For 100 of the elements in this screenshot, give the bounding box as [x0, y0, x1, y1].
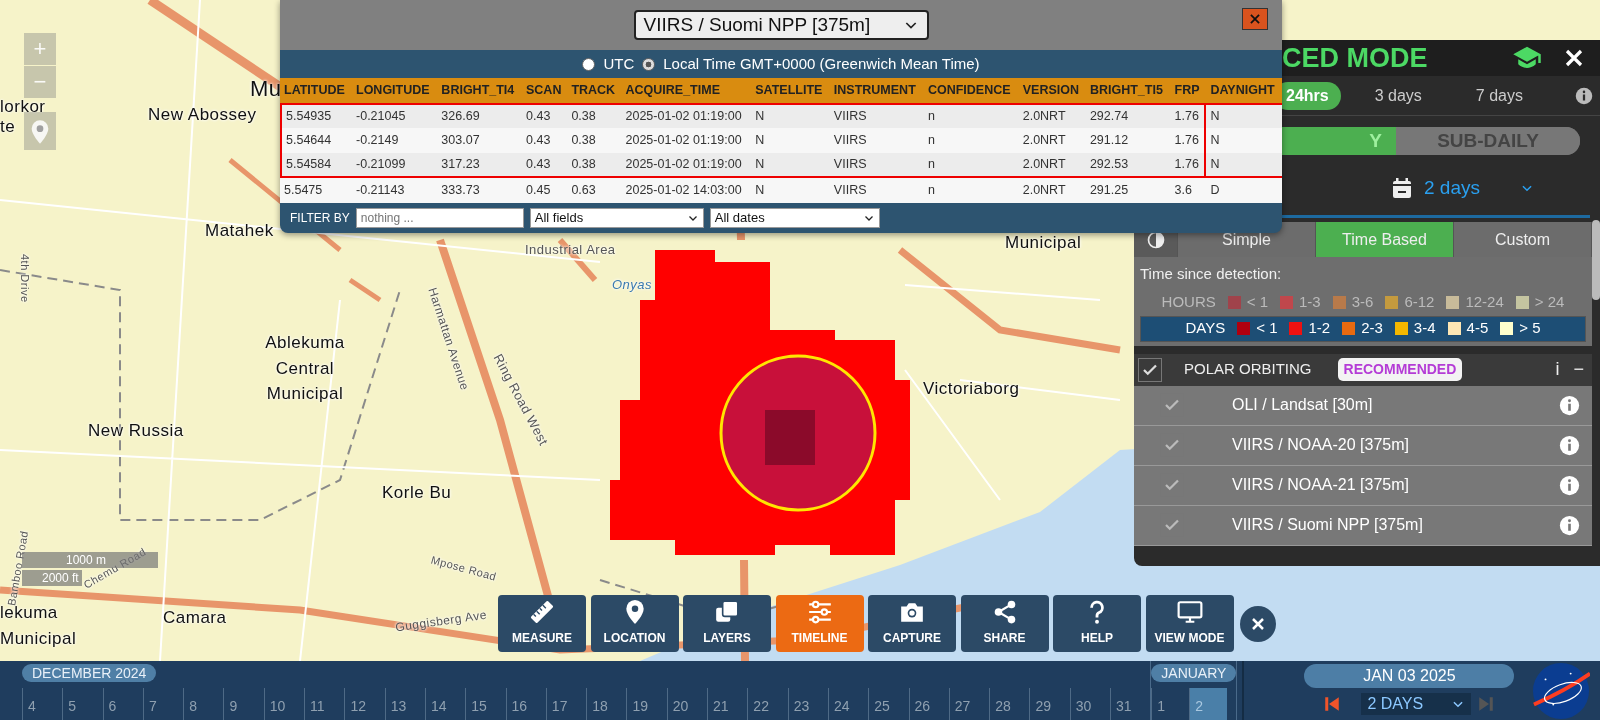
radio-button[interactable] [582, 57, 596, 71]
style-tab[interactable]: Custom [1454, 222, 1592, 257]
timeline-day[interactable]: 10 [263, 688, 305, 720]
table-cell: 317.23 [437, 152, 522, 178]
timeline-day[interactable]: 28 [989, 688, 1030, 720]
interval-select[interactable]: 2 DAYS [1361, 693, 1472, 715]
toolbar-button[interactable]: VIEW MODE [1145, 595, 1234, 652]
skip-back-icon[interactable] [1323, 694, 1342, 714]
source-label: VIIRS / NOAA-21 [375m] [1232, 475, 1409, 495]
timeline-day[interactable]: 21 [707, 688, 748, 720]
range-option[interactable]: 3 days [1362, 81, 1434, 110]
info-icon[interactable] [1575, 86, 1593, 105]
info-icon[interactable] [1559, 474, 1580, 496]
table-cell: N [1206, 152, 1282, 178]
table-cell: 5.5475 [280, 177, 352, 203]
filter-select[interactable]: All dates [709, 207, 880, 228]
map-label: Ablekuma Central Municipal [264, 332, 346, 405]
current-date[interactable]: JAN 03 2025 [1304, 664, 1515, 688]
timeline-day[interactable]: 8 [183, 688, 224, 720]
timeline-day[interactable]: 17 [545, 688, 587, 720]
timeline-day[interactable]: 15 [465, 688, 506, 720]
table-cell: D [1206, 177, 1282, 203]
timeline-day[interactable]: 14 [424, 688, 466, 720]
timeline-day[interactable]: 16 [505, 688, 546, 720]
timeline-day[interactable]: 9 [223, 688, 264, 720]
source-label: OLI / Landsat [30m] [1232, 395, 1373, 415]
timeline-day[interactable]: 18 [586, 688, 627, 720]
group-label: POLAR ORBITING [1184, 359, 1312, 380]
map-label: Onyas [612, 276, 653, 294]
timeline-day[interactable]: 19 [626, 688, 667, 720]
close-button[interactable] [1242, 8, 1268, 30]
timeline-day[interactable]: 6 [102, 688, 143, 720]
table-cell: N [751, 177, 830, 203]
timeline-day[interactable]: 20 [666, 688, 708, 720]
map-label: Victoriaborg [923, 378, 1020, 400]
legend-row[interactable]: HOURS < 1 1-3 3-6 6-12 12-24 > 24 [1140, 289, 1586, 316]
timeline-day[interactable]: 4 [22, 688, 63, 720]
toolbar-button[interactable]: LOCATION [590, 595, 679, 652]
column-header: FRP [1170, 78, 1207, 103]
info-button[interactable]: i [1555, 356, 1560, 383]
checkbox[interactable] [1138, 357, 1162, 382]
scrollbar[interactable] [1592, 220, 1600, 300]
recommended-badge: RECOMMENDED [1337, 358, 1463, 381]
info-icon[interactable] [1559, 434, 1580, 456]
radio-label: UTC [603, 53, 635, 74]
timeline-day[interactable]: 5 [62, 688, 103, 720]
timeline-day[interactable]: 27 [948, 688, 990, 720]
style-tab[interactable]: Time Based [1316, 222, 1454, 257]
timeline-day[interactable]: 24 [827, 688, 869, 720]
table-cell: 291.25 [1085, 177, 1171, 203]
sliders-icon [806, 599, 833, 625]
timeline-day[interactable]: 11 [304, 688, 345, 720]
month-label: JANUARY [1151, 664, 1237, 682]
filter-label: FILTER BY [290, 209, 350, 227]
toolbar-button[interactable]: CAPTURE [868, 595, 956, 652]
timeline-day[interactable]: 13 [384, 688, 425, 720]
table-cell: 2025-01-02 01:19:00 [621, 127, 752, 153]
timeline-day[interactable]: 12 [344, 688, 385, 720]
toolbar-button[interactable]: MEASURE [498, 595, 586, 652]
timeline-day[interactable]: 29 [1029, 688, 1070, 720]
radio-label: Local Time GMT+0000 (Greenwich Mean Time) [663, 53, 980, 74]
legend-row[interactable]: DAYS < 1 1-2 2-3 3-4 4-5 > 5 [1140, 315, 1586, 342]
map-label: Camara [163, 607, 227, 629]
table-cell: n [923, 127, 1019, 153]
table-cell: N [751, 152, 830, 178]
table-cell: 303.07 [437, 127, 522, 153]
date-range-dropdown[interactable]: 2 days [1424, 173, 1534, 203]
location-button[interactable] [24, 112, 56, 150]
map-label: Matahek [205, 220, 274, 242]
timeline-day[interactable]: 26 [908, 688, 949, 720]
table-cell: -0.21099 [352, 152, 438, 178]
info-icon[interactable] [1559, 394, 1580, 416]
filter-select[interactable]: All fields [529, 207, 704, 228]
table-cell: 333.73 [437, 177, 522, 203]
range-option[interactable]: 7 days [1463, 81, 1535, 110]
table-cell: 0.63 [567, 177, 622, 203]
info-icon[interactable] [1559, 514, 1580, 536]
source-select[interactable]: VIIRS / Suomi NPP [375m] [633, 10, 929, 40]
timeline-day[interactable]: 23 [787, 688, 828, 720]
timeline-day[interactable]: 30 [1069, 688, 1110, 720]
column-header: BRIGHT_TI5 [1085, 78, 1171, 103]
table-cell: 291.12 [1085, 127, 1171, 153]
column-header: VERSION [1018, 78, 1086, 103]
table-cell: 2025-01-02 01:19:00 [621, 102, 752, 128]
radio-button[interactable] [642, 57, 656, 71]
filter-field[interactable]: nothing ... [355, 207, 524, 228]
table-cell: 0.38 [567, 127, 622, 153]
timeline-day[interactable]: 22 [747, 688, 788, 720]
toolbar-button[interactable]: LAYERS [683, 595, 771, 652]
timeline-day[interactable]: 7 [142, 688, 184, 720]
timeline-day[interactable]: 31 [1110, 688, 1151, 720]
toolbar-button[interactable]: SHARE [960, 595, 1049, 652]
selected-fire-marker[interactable] [719, 354, 877, 512]
toolbar-button[interactable]: HELP [1053, 595, 1141, 652]
collapse-button[interactable]: − [1573, 356, 1584, 383]
column-header: LONGITUDE [352, 78, 438, 103]
toolbar-button[interactable]: TIMELINE [775, 595, 864, 652]
timeline-day[interactable]: 25 [868, 688, 909, 720]
table-cell: -0.2149 [352, 127, 438, 153]
timeline-day[interactable]: 2 [1189, 688, 1228, 720]
